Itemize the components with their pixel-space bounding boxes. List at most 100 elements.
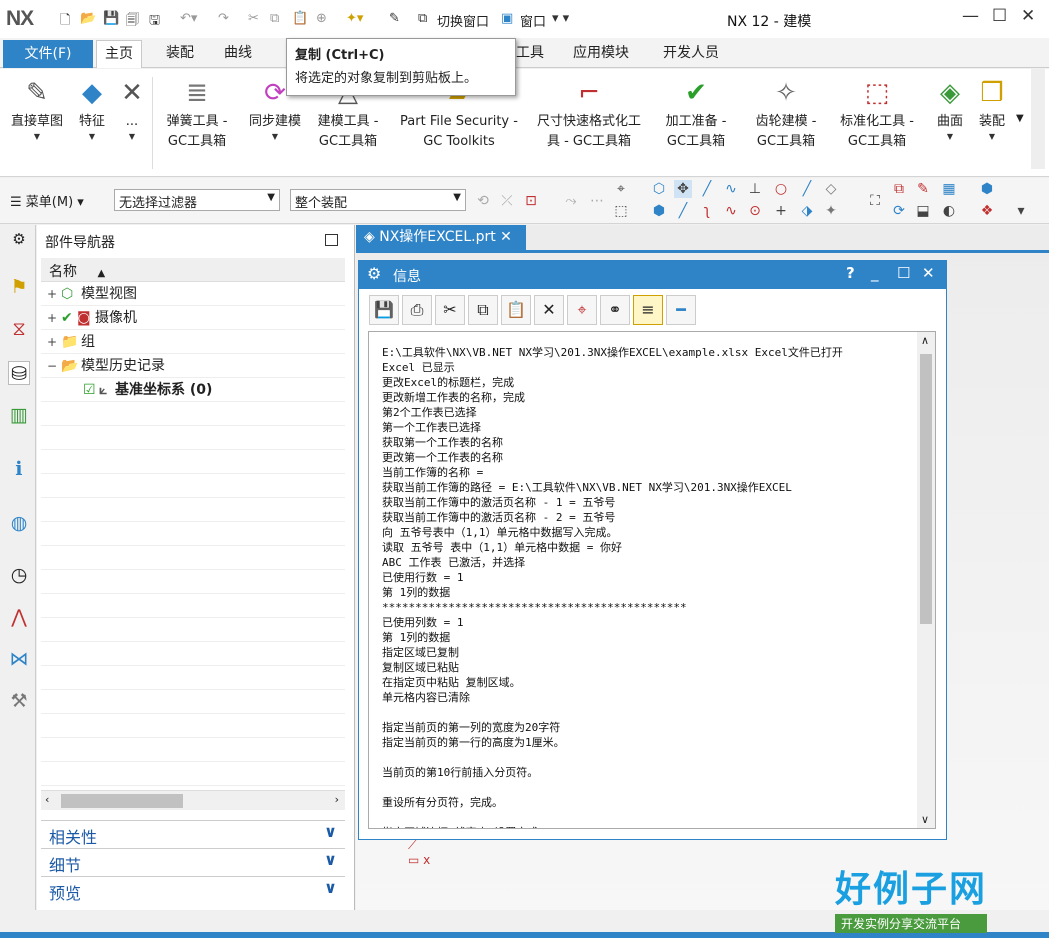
ribbon-scrollbar[interactable] (1031, 69, 1045, 169)
info-icon[interactable]: ℹ (8, 457, 30, 481)
selection-scope-dropdown[interactable]: 整个装配 ▼ (290, 189, 466, 211)
spring-tools-group[interactable]: ≣ 弹簧工具 - GC工具箱 (154, 69, 240, 177)
arrow-snap-icon[interactable]: ⤳ (562, 192, 580, 210)
save-icon[interactable]: 💾 (103, 11, 119, 26)
zoom-icon[interactable]: ⧉ (890, 180, 908, 198)
save-close-icon[interactable]: 🖫 (149, 11, 160, 33)
cube-solid-icon[interactable]: ⬢ (650, 202, 668, 220)
window-menu-button[interactable]: 窗口 (520, 11, 546, 30)
redo-icon[interactable]: ↷ (218, 11, 229, 26)
selection-filter-dropdown[interactable]: 无选择过滤器 ▼ (114, 189, 280, 211)
endpoint-icon[interactable]: ╱ (698, 180, 716, 198)
tree-item-datum-csys[interactable]: ☑ ⟀ 基准坐标系 (0) (41, 378, 345, 402)
help-icon[interactable]: ? (846, 264, 855, 282)
ribbon-expand-icon[interactable]: ▼ (1016, 113, 1024, 124)
assembly-group[interactable]: ❒ 装配 ▼ (972, 69, 1012, 177)
select-icon[interactable]: ⌖ (612, 180, 630, 198)
curve-icon[interactable]: ʅ (698, 202, 716, 220)
settings-gear-icon[interactable]: ⚙ (8, 227, 30, 251)
visibility-icon[interactable]: ❖ (978, 202, 996, 220)
surface-group[interactable]: ◈ 曲面 ▼ (930, 69, 970, 177)
maximize-icon[interactable]: ☐ (992, 6, 1007, 26)
collapse-icon[interactable]: ━ (666, 295, 696, 325)
maximize-icon[interactable]: ☐ (897, 264, 910, 282)
snap-icon[interactable]: ⟲ (474, 192, 492, 210)
snap-grid-icon[interactable]: ✥ (674, 180, 692, 198)
save-icon[interactable]: 💾 (369, 295, 399, 325)
surface-point-icon[interactable]: ✦ (822, 202, 840, 220)
tab-developer[interactable]: 开发人员 (655, 40, 727, 68)
constraint-navigator-icon[interactable]: ⧖ (8, 317, 30, 341)
tree-item-groups[interactable]: + 📁 组 (41, 330, 345, 354)
direct-sketch-group[interactable]: ✎ 直接草图 ▼ (4, 69, 70, 177)
shade-icon[interactable]: ◐ (940, 202, 958, 220)
face-icon[interactable]: ⬗ (798, 202, 816, 220)
minimize-icon[interactable]: — (962, 6, 979, 26)
cut-icon[interactable]: ✂ (248, 11, 259, 26)
snap-dash-icon[interactable]: ⋯ (588, 192, 606, 210)
paste-icon[interactable]: 📋 (292, 11, 308, 26)
tree-item-cameras[interactable]: + ✔ ◙ 摄像机 (41, 306, 345, 330)
undo-icon[interactable]: ↶▾ (180, 11, 197, 26)
machining-prep-group[interactable]: ✔ 加工准备 - GC工具箱 (656, 69, 736, 177)
history-clock-icon[interactable]: ◷ (8, 563, 30, 587)
info-text-area[interactable]: E:\工具软件\NX\VB.NET NX学习\201.3NX操作EXCEL\ex… (368, 331, 936, 829)
tangent-icon[interactable]: ╱ (798, 180, 816, 198)
orient-icon[interactable]: ⬓ (914, 202, 932, 220)
spline-icon[interactable]: ∿ (722, 202, 740, 220)
gear-modeling-group[interactable]: ✧ 齿轮建模 - GC工具箱 (746, 69, 826, 177)
fit-view-icon[interactable]: ⛶ (866, 192, 884, 210)
center-icon[interactable]: ⊙ (746, 202, 764, 220)
reuse-library-icon[interactable]: ▥ (8, 403, 30, 427)
snap-point-icon[interactable]: ⤫ (498, 192, 516, 210)
tab-application[interactable]: 应用模块 (565, 40, 637, 68)
rotate-icon[interactable]: ⟳ (890, 202, 908, 220)
close-icon[interactable]: ✕ (1021, 6, 1035, 26)
save-all-icon[interactable]: 🗐 (126, 11, 139, 33)
print-icon[interactable]: ⎙ (402, 295, 432, 325)
tree-item-model-views[interactable]: + ⬡ 模型视图 (41, 282, 345, 306)
rectangle-select-icon[interactable]: ⬚ (612, 202, 630, 220)
tab-assembly[interactable]: 装配 (158, 40, 202, 68)
roles-icon[interactable]: ⋀ (8, 605, 30, 629)
scroll-left-icon[interactable]: ‹ (45, 793, 49, 806)
tab-curve[interactable]: 曲线 (216, 40, 260, 68)
standardization-group[interactable]: ⬚ 标准化工具 - GC工具箱 (834, 69, 920, 177)
minimize-icon[interactable]: _ (871, 264, 879, 282)
repeat-command-icon[interactable]: ✎ (389, 11, 400, 26)
dimension-format-group[interactable]: ⌐ 尺寸快速格式化工 具 - GC工具箱 (530, 69, 648, 177)
cut-icon[interactable]: ✂ (435, 295, 465, 325)
system-materials-icon[interactable]: ⋈ (8, 647, 30, 671)
copy-icon[interactable]: ⧉ (270, 11, 279, 26)
checkbox-checked-icon[interactable]: ☑ (83, 378, 96, 402)
cube-icon[interactable]: ⬡ (650, 180, 668, 198)
copy-icon[interactable]: ⧉ (468, 295, 498, 325)
midpoint-icon[interactable]: ∿ (722, 180, 740, 198)
line-icon[interactable]: ╱ (674, 202, 692, 220)
layer-icon[interactable]: ⬢ (978, 180, 996, 198)
tab-home[interactable]: 主页 (96, 40, 142, 68)
vscroll-thumb[interactable] (920, 354, 932, 624)
file-menu-tab[interactable]: 文件(F) (3, 40, 93, 68)
crosshair-icon[interactable]: + (772, 202, 790, 220)
scroll-right-icon[interactable]: › (335, 793, 339, 806)
scroll-up-icon[interactable]: ∧ (921, 334, 929, 347)
menu-button[interactable]: ☰ 菜单(M) ▾ (10, 191, 84, 210)
scroll-down-icon[interactable]: ∨ (921, 813, 929, 826)
preview-panel[interactable]: 预览 ∨ (41, 876, 345, 903)
name-column-header[interactable]: 名称 ▲ (41, 258, 345, 282)
feature-group[interactable]: ◆ 特征 ▼ (72, 69, 112, 177)
delete-icon[interactable]: ⊕ (316, 11, 327, 26)
intersection-icon[interactable]: ⊥ (746, 180, 764, 198)
window-dropdown-icon[interactable]: ▾ ▾ (552, 11, 569, 26)
dependencies-panel[interactable]: 相关性 ∨ (41, 820, 345, 847)
process-studio-icon[interactable]: ⚒ (8, 689, 30, 713)
maximize-panel-icon[interactable] (325, 234, 338, 246)
close-tab-icon[interactable]: ✕ (500, 229, 512, 245)
more-feature-group[interactable]: ✕ ... ▼ (114, 69, 150, 177)
paste-icon[interactable]: 📋 (501, 295, 531, 325)
binoculars-icon[interactable]: ⚭ (600, 295, 630, 325)
touch-mode-icon[interactable]: ✦▾ (346, 11, 363, 26)
switch-window-icon[interactable]: ⧉ (418, 11, 427, 26)
info-vscrollbar[interactable]: ∧ ∨ (917, 332, 935, 828)
